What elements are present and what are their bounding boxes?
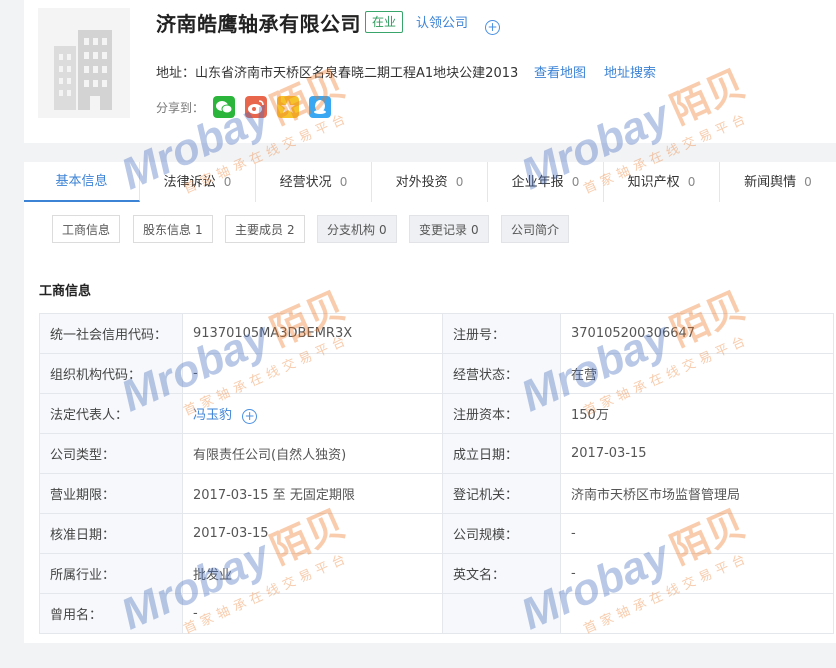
address-line: 地址：山东省济南市天桥区名泉春晓二期工程A1地块公建2013 [156, 62, 518, 81]
page-bottom-edge [0, 643, 836, 668]
status-badge: 在业 [365, 11, 404, 33]
tab-investment[interactable]: 对外投资 0 [372, 162, 488, 202]
tab-news[interactable]: 新闻舆情 0 [720, 162, 836, 202]
tab-ip[interactable]: 知识产权 0 [604, 162, 720, 202]
table-row: 核准日期： 2017-03-15 公司规模： - [39, 513, 834, 554]
tab-annual-report[interactable]: 企业年报 0 [488, 162, 604, 202]
qq-share-icon[interactable] [309, 96, 331, 118]
address-search-link[interactable]: 地址搜索 [604, 62, 656, 81]
subtab-profile[interactable]: 公司简介 [501, 215, 570, 243]
qzone-share-icon[interactable] [277, 96, 299, 118]
view-map-link[interactable]: 查看地图 [534, 62, 586, 81]
follow-plus-icon[interactable]: + [242, 409, 258, 424]
tab-legal[interactable]: 法律诉讼 0 [140, 162, 256, 202]
company-name: 济南皓鹰轴承有限公司 [156, 12, 361, 36]
subtab-business-info[interactable]: 工商信息 [52, 215, 121, 243]
legal-rep-link[interactable]: 冯玉豹 [193, 408, 232, 423]
table-row: 组织机构代码： - 经营状态： 在营 [39, 353, 834, 394]
tab-operation[interactable]: 经营状况 0 [256, 162, 372, 202]
sub-tabs: 工商信息 股东信息 1 主要成员 2 分支机构 0 变更记录 0 公司简介 [24, 202, 836, 258]
subtab-members[interactable]: 主要成员 2 [225, 215, 305, 243]
section-title: 工商信息 [39, 284, 92, 299]
company-header: 济南皓鹰轴承有限公司 在业 认领公司 + 地址：山东省济南市天桥区名泉春晓二期工… [24, 0, 836, 143]
table-row: 公司类型： 有限责任公司(自然人独资) 成立日期： 2017-03-15 [39, 433, 834, 474]
table-row: 法定代表人： 冯玉豹 + 注册资本： 150万 [39, 393, 834, 434]
weibo-share-icon[interactable] [245, 96, 267, 118]
subtab-branches[interactable]: 分支机构 0 [317, 215, 397, 243]
follow-plus-icon[interactable]: + [485, 20, 500, 35]
tab-basic-info[interactable]: 基本信息 [24, 162, 140, 202]
business-info-table: 统一社会信用代码： 91370105MA3DBEMR3X 注册号： 370105… [39, 313, 834, 634]
business-info-section: 工商信息 统一社会信用代码： 91370105MA3DBEMR3X 注册号： 3… [24, 258, 836, 668]
table-row: 曾用名： - [39, 593, 834, 634]
main-tabs: 基本信息 法律诉讼 0 经营状况 0 对外投资 0 企业年报 0 知识产权 0 新闻舆情 0 [24, 162, 836, 203]
table-row: 营业期限： 2017-03-15 至 无固定期限 登记机关： 济南市天桥区市场监… [39, 473, 834, 514]
subtab-changes[interactable]: 变更记录 0 [409, 215, 489, 243]
subtab-shareholders[interactable]: 股东信息 1 [133, 215, 213, 243]
address-label: 地址： [156, 66, 196, 81]
building-icon [54, 30, 112, 110]
address-value: 山东省济南市天桥区名泉春晓二期工程A1地块公建2013 [195, 66, 519, 81]
wechat-share-icon[interactable] [213, 96, 235, 118]
claim-company-link[interactable]: 认领公司 [416, 12, 468, 31]
table-row: 所属行业： 批发业 英文名： - [39, 553, 834, 594]
share-label: 分享到： [156, 101, 205, 115]
table-row: 统一社会信用代码： 91370105MA3DBEMR3X 注册号： 370105… [39, 313, 834, 354]
company-logo-placeholder [38, 8, 130, 118]
